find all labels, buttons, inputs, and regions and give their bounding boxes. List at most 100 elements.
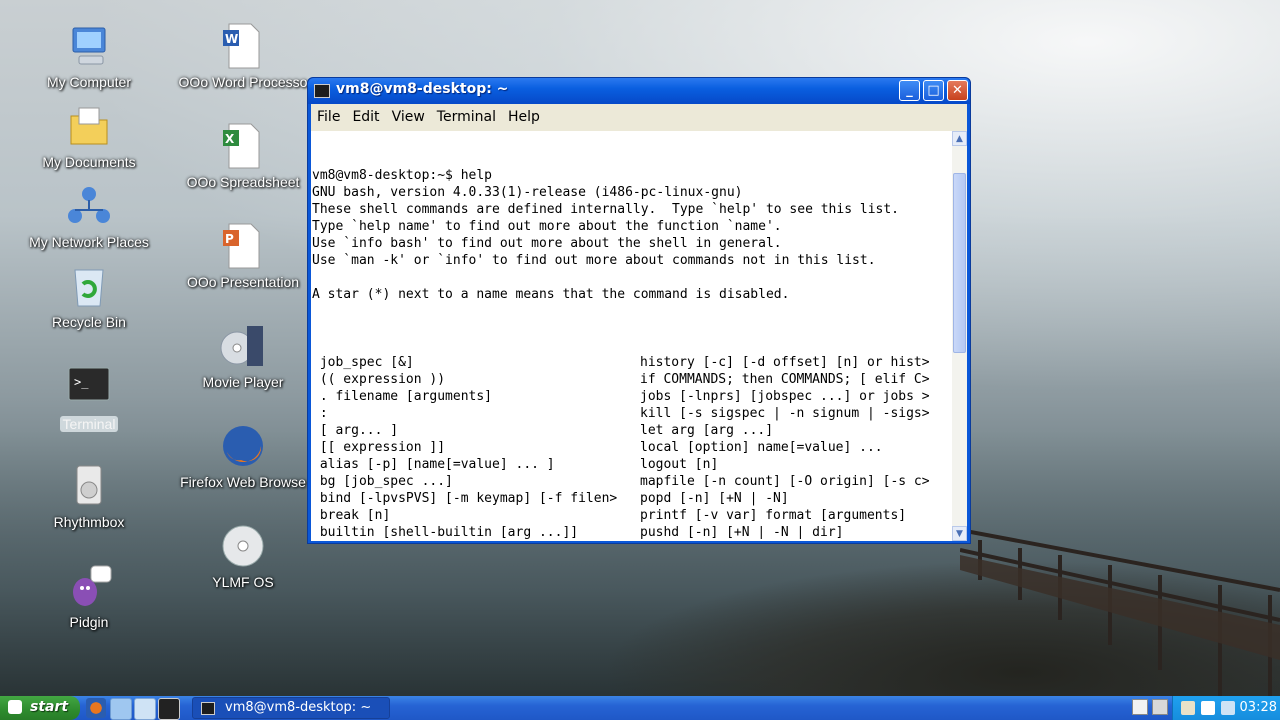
firefox-icon: [219, 422, 267, 470]
terminal-line: A star (*) next to a name means that the…: [312, 287, 790, 302]
menu-bar: File Edit View Terminal Help: [311, 104, 967, 131]
help-entry-right: logout [n]: [640, 457, 719, 472]
desktop-icon-movie-player[interactable]: Movie Player: [168, 322, 318, 390]
desktop-icon-pidgin[interactable]: Pidgin: [14, 562, 164, 630]
desktop-icon-label: Terminal: [59, 416, 119, 432]
window-titlebar[interactable]: vm8@vm8-desktop: ~ _ □ ✕: [308, 78, 970, 104]
workspace-icon[interactable]: [1152, 699, 1168, 715]
network-tray-icon[interactable]: [1221, 701, 1235, 715]
wallpaper-pier: [960, 528, 1280, 696]
help-entry-left: [[ expression ]]: [312, 440, 446, 455]
show-desktop-icon[interactable]: [1132, 699, 1148, 715]
terminal-line: GNU bash, version 4.0.33(1)-release (i48…: [312, 185, 743, 200]
menu-edit[interactable]: Edit: [346, 104, 385, 125]
start-logo-icon: [8, 700, 22, 714]
terminal-output: vm8@vm8-desktop:~$ help GNU bash, version…: [312, 133, 950, 539]
desktop-icon-ooo-presentation[interactable]: P OOo Presentation: [168, 222, 318, 290]
terminal-icon: >_: [65, 362, 113, 410]
cd-icon: [219, 522, 267, 570]
menu-terminal[interactable]: Terminal: [431, 104, 502, 125]
menu-file[interactable]: File: [311, 104, 346, 125]
desktop-icon-rhythmbox[interactable]: Rhythmbox: [14, 462, 164, 530]
desktop-icon-my-computer[interactable]: My Computer: [14, 22, 164, 90]
help-entry-left: bg [job_spec ...]: [312, 474, 453, 489]
terminal-line: Use `info bash' to find out more about t…: [312, 236, 782, 251]
desktop-icon-my-network-places[interactable]: My Network Places: [14, 182, 164, 250]
rhythmbox-icon: [65, 462, 113, 510]
help-entry-left: bind [-lpvsPVS] [-m keymap] [-f filen>: [312, 491, 618, 506]
vertical-scrollbar[interactable]: ▲ ▼: [952, 131, 967, 541]
terminal-line: These shell commands are defined interna…: [312, 202, 899, 217]
desktop-icon-ylmf-os[interactable]: YLMF OS: [168, 522, 318, 590]
svg-text:P: P: [225, 232, 234, 246]
help-entry-right: kill [-s sigspec | -n signum | -sigs>: [640, 406, 930, 421]
desktop-icon-firefox[interactable]: Firefox Web Browse: [168, 422, 318, 490]
desktop-icon-label: My Computer: [46, 74, 132, 90]
desktop-icon-label: My Documents: [42, 154, 136, 170]
firefox-quicklaunch-icon[interactable]: [86, 698, 106, 718]
help-entry-right: if COMMANDS; then COMMANDS; [ elif C>: [640, 372, 930, 387]
ooo-presentation-icon: P: [219, 222, 267, 270]
desktop-icon-label: OOo Presentation: [186, 274, 300, 290]
terminal-icon: [201, 702, 215, 715]
scroll-down-icon[interactable]: ▼: [952, 526, 967, 541]
help-entry-left: . filename [arguments]: [312, 389, 493, 404]
help-entry-right: history [-c] [-d offset] [n] or hist>: [640, 355, 930, 370]
minimize-button[interactable]: _: [899, 80, 920, 101]
desktop-icon-label: Movie Player: [202, 374, 284, 390]
desktop-icon-label: Firefox Web Browse: [180, 474, 306, 490]
terminal-area[interactable]: vm8@vm8-desktop:~$ help GNU bash, version…: [311, 131, 967, 541]
help-entry-right: popd [-n] [+N | -N]: [640, 491, 789, 506]
computer-quicklaunch-icon[interactable]: [110, 698, 132, 720]
help-entry-right: let arg [arg ...]: [640, 423, 774, 438]
volume-icon[interactable]: [1201, 701, 1215, 715]
ooo-word-processor-icon: W: [219, 22, 267, 70]
help-entry-left: :: [312, 406, 328, 421]
scroll-thumb[interactable]: [953, 173, 966, 353]
start-button[interactable]: start: [0, 696, 80, 720]
help-entry-left: job_spec [&]: [312, 355, 414, 370]
taskbar-item-terminal[interactable]: vm8@vm8-desktop: ~: [192, 697, 390, 719]
help-entry-right: printf [-v var] format [arguments]: [640, 508, 907, 523]
taskbar: start vm8@vm8-desktop: ~ 03:28: [0, 696, 1280, 720]
browser-quicklaunch-icon[interactable]: [134, 698, 156, 720]
desktop-icon-label: Pidgin: [69, 614, 109, 630]
help-entry-left: builtin [shell-builtin [arg ...]]: [312, 525, 579, 539]
menu-view[interactable]: View: [386, 104, 431, 125]
help-entry-left: (( expression )): [312, 372, 446, 387]
system-tray: 03:28: [1172, 696, 1280, 720]
start-label: start: [30, 699, 69, 715]
help-entry-right: local [option] name[=value] ...: [640, 440, 883, 455]
desktop-icon-label: OOo Spreadsheet: [186, 174, 300, 190]
terminal-quicklaunch-icon[interactable]: [158, 698, 180, 720]
pidgin-icon: [65, 562, 113, 610]
desktop-icon-label: My Network Places: [29, 234, 149, 250]
clock: 03:28: [1239, 700, 1277, 715]
maximize-button[interactable]: □: [923, 80, 944, 101]
desktop-icon-recycle-bin[interactable]: Recycle Bin: [14, 262, 164, 330]
help-entry-left: alias [-p] [name[=value] ... ]: [312, 457, 555, 472]
desktop-icon-label: Recycle Bin: [52, 314, 126, 330]
desktop-icon-label: OOo Word Processo: [178, 74, 308, 90]
movie-player-icon: [219, 322, 267, 370]
desktop-icon-ooo-word[interactable]: W OOo Word Processo: [168, 22, 318, 90]
close-button[interactable]: ✕: [947, 80, 968, 101]
scroll-up-icon[interactable]: ▲: [952, 131, 967, 146]
update-icon[interactable]: [1181, 701, 1195, 715]
desktop-icon-label: Rhythmbox: [53, 514, 125, 530]
terminal-line: Use `man -k' or `info' to find out more …: [312, 253, 876, 268]
desktop-icon-ooo-spreadsheet[interactable]: X OOo Spreadsheet: [168, 122, 318, 190]
help-entry-right: mapfile [-n count] [-O origin] [-s c>: [640, 474, 930, 489]
terminal-icon: [314, 84, 330, 98]
desktop-icon-label: YLMF OS: [212, 574, 274, 590]
help-entry-left: [ arg... ]: [312, 423, 399, 438]
menu-help[interactable]: Help: [502, 104, 546, 125]
desktop-icon-terminal[interactable]: >_ Terminal: [14, 362, 164, 433]
folder-icon: [65, 102, 113, 150]
network-icon: [65, 182, 113, 230]
terminal-window[interactable]: vm8@vm8-desktop: ~ _ □ ✕ File Edit View Ter…: [307, 77, 971, 544]
desktop-icon-my-documents[interactable]: My Documents: [14, 102, 164, 170]
taskbar-item-label: vm8@vm8-desktop: ~: [225, 700, 372, 715]
help-entry-right: jobs [-lnprs] [jobspec ...] or jobs >: [640, 389, 930, 404]
